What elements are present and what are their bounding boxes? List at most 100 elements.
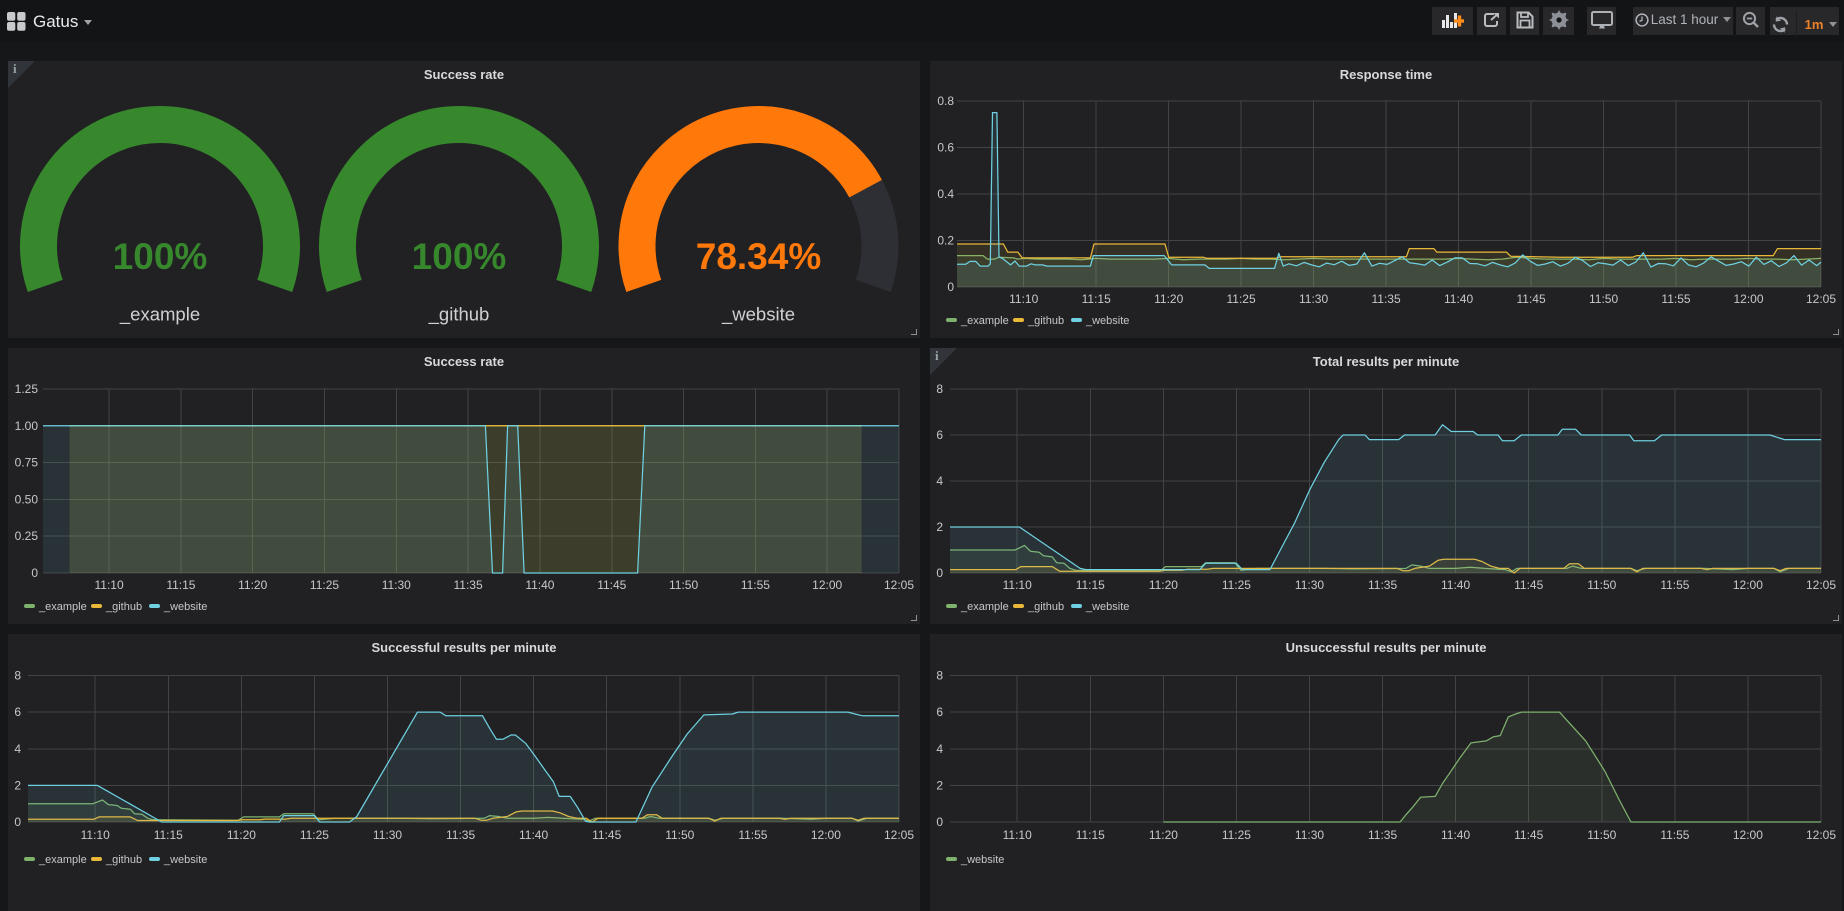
- svg-text:8: 8: [14, 669, 21, 683]
- svg-text:11:45: 11:45: [1517, 292, 1546, 306]
- svg-text:2: 2: [936, 778, 943, 792]
- svg-text:11:50: 11:50: [1589, 292, 1618, 306]
- svg-text:2: 2: [14, 778, 21, 792]
- svg-text:11:45: 11:45: [592, 828, 621, 842]
- svg-text:_example: _example: [38, 854, 87, 866]
- svg-text:11:40: 11:40: [519, 828, 548, 842]
- svg-text:6: 6: [14, 705, 21, 719]
- svg-text:11:35: 11:35: [1372, 292, 1401, 306]
- svg-text:1.00: 1.00: [15, 419, 39, 433]
- svg-text:2: 2: [936, 520, 943, 534]
- svg-text:4: 4: [14, 742, 21, 756]
- svg-text:_website: _website: [163, 601, 207, 613]
- svg-text:12:00: 12:00: [812, 578, 842, 592]
- svg-text:11:20: 11:20: [227, 828, 256, 842]
- svg-text:11:50: 11:50: [1587, 828, 1616, 842]
- svg-text:_website: _website: [960, 854, 1004, 866]
- svg-text:0: 0: [947, 280, 954, 294]
- svg-text:0.50: 0.50: [15, 492, 39, 506]
- svg-text:11:20: 11:20: [1154, 292, 1183, 306]
- svg-text:12:00: 12:00: [811, 828, 841, 842]
- svg-text:0.8: 0.8: [937, 94, 954, 108]
- svg-text:12:05: 12:05: [1806, 292, 1836, 306]
- svg-text:12:00: 12:00: [1733, 292, 1763, 306]
- svg-text:6: 6: [936, 428, 943, 442]
- svg-text:11:45: 11:45: [1514, 578, 1543, 592]
- svg-text:11:55: 11:55: [738, 828, 767, 842]
- svg-text:11:35: 11:35: [454, 578, 483, 592]
- svg-text:1.25: 1.25: [15, 382, 39, 396]
- svg-text:_github: _github: [1027, 315, 1064, 327]
- svg-text:12:05: 12:05: [1806, 578, 1836, 592]
- svg-text:0: 0: [14, 815, 21, 829]
- svg-text:11:55: 11:55: [1661, 292, 1690, 306]
- svg-text:0: 0: [936, 566, 943, 580]
- svg-text:4: 4: [936, 474, 943, 488]
- svg-text:_example: _example: [38, 601, 87, 613]
- svg-text:11:25: 11:25: [1222, 828, 1251, 842]
- svg-text:11:35: 11:35: [1368, 578, 1397, 592]
- svg-text:0: 0: [936, 815, 943, 829]
- svg-text:12:05: 12:05: [1806, 828, 1836, 842]
- svg-text:_website: _website: [163, 854, 207, 866]
- svg-text:12:05: 12:05: [884, 828, 914, 842]
- svg-text:6: 6: [936, 705, 943, 719]
- svg-text:0.6: 0.6: [937, 141, 954, 155]
- svg-text:11:45: 11:45: [597, 578, 626, 592]
- svg-text:11:40: 11:40: [1441, 578, 1470, 592]
- svg-text:11:15: 11:15: [1082, 292, 1111, 306]
- svg-text:11:25: 11:25: [1222, 578, 1251, 592]
- svg-text:_github: _github: [105, 854, 142, 866]
- svg-text:11:55: 11:55: [1660, 828, 1689, 842]
- svg-text:_github: _github: [1027, 601, 1064, 613]
- svg-text:11:30: 11:30: [1295, 828, 1324, 842]
- svg-text:11:50: 11:50: [665, 828, 694, 842]
- svg-text:12:05: 12:05: [884, 578, 914, 592]
- svg-text:11:15: 11:15: [166, 578, 195, 592]
- svg-text:11:40: 11:40: [525, 578, 554, 592]
- svg-text:_example: _example: [960, 315, 1009, 327]
- svg-text:11:30: 11:30: [1295, 578, 1324, 592]
- svg-text:12:00: 12:00: [1733, 578, 1763, 592]
- svg-text:_example: _example: [119, 304, 200, 326]
- svg-text:11:10: 11:10: [81, 828, 110, 842]
- svg-text:11:35: 11:35: [446, 828, 475, 842]
- svg-text:0.75: 0.75: [15, 456, 39, 470]
- svg-text:11:55: 11:55: [741, 578, 770, 592]
- svg-text:11:35: 11:35: [1368, 828, 1397, 842]
- svg-text:11:30: 11:30: [1299, 292, 1328, 306]
- svg-text:0.25: 0.25: [15, 529, 39, 543]
- svg-text:11:50: 11:50: [669, 578, 698, 592]
- svg-text:11:10: 11:10: [1003, 828, 1032, 842]
- svg-text:12:00: 12:00: [1733, 828, 1763, 842]
- svg-text:_website: _website: [721, 304, 795, 326]
- svg-text:_example: _example: [960, 601, 1009, 613]
- svg-text:11:20: 11:20: [1149, 828, 1178, 842]
- svg-text:11:25: 11:25: [300, 828, 329, 842]
- svg-text:11:15: 11:15: [1076, 578, 1105, 592]
- svg-text:100%: 100%: [412, 236, 507, 277]
- svg-text:0.2: 0.2: [937, 234, 954, 248]
- svg-text:11:55: 11:55: [1660, 578, 1689, 592]
- svg-text:11:40: 11:40: [1441, 828, 1470, 842]
- svg-text:11:20: 11:20: [238, 578, 267, 592]
- svg-text:11:45: 11:45: [1514, 828, 1543, 842]
- svg-text:8: 8: [936, 382, 943, 396]
- svg-text:11:50: 11:50: [1587, 578, 1616, 592]
- svg-text:_github: _github: [105, 601, 142, 613]
- svg-text:_website: _website: [1085, 601, 1129, 613]
- svg-text:0.4: 0.4: [937, 187, 954, 201]
- svg-text:11:15: 11:15: [154, 828, 183, 842]
- svg-text:11:15: 11:15: [1076, 828, 1105, 842]
- svg-text:0: 0: [31, 566, 38, 580]
- svg-text:100%: 100%: [113, 236, 208, 277]
- svg-text:8: 8: [936, 669, 943, 683]
- svg-text:11:10: 11:10: [1009, 292, 1038, 306]
- svg-text:11:25: 11:25: [1227, 292, 1256, 306]
- svg-text:11:30: 11:30: [382, 578, 411, 592]
- svg-text:_github: _github: [428, 304, 490, 326]
- svg-text:_website: _website: [1085, 315, 1129, 327]
- svg-text:11:30: 11:30: [373, 828, 402, 842]
- svg-text:11:25: 11:25: [310, 578, 339, 592]
- svg-text:4: 4: [936, 742, 943, 756]
